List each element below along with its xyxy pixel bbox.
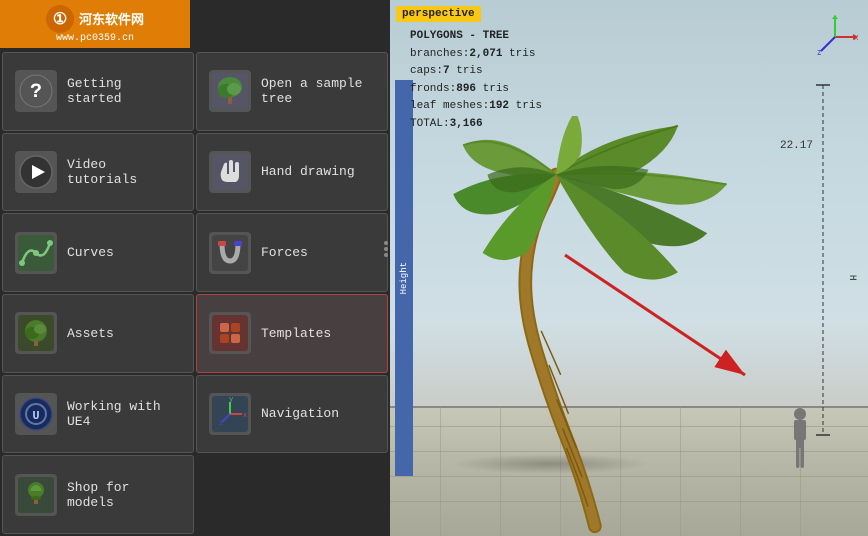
menu-item-templates[interactable]: Templates [196,294,388,373]
hand-drawing-icon [209,151,251,193]
human-silhouette [792,406,808,476]
poly-title: POLYGONS - TREE [410,28,542,46]
getting-started-label: Getting started [67,76,181,106]
watermark-title: 河东软件网 [79,9,144,28]
svg-text:Y: Y [833,15,838,20]
assets-icon [15,312,57,354]
shop-for-models-label: Shop for models [67,480,181,510]
svg-text:?: ? [30,81,42,104]
watermark-logo: ① [46,5,74,33]
svg-text:x: x [243,412,247,420]
assets-label: Assets [67,326,114,341]
working-with-ue4-label: Working with UE4 [67,399,181,429]
empty-grid-cell [196,455,388,534]
video-tutorials-label: Video tutorials [67,157,181,187]
scroll-dot [384,247,388,251]
axis-indicator: X Y Z [813,15,853,55]
blue-bar-label: Height [399,262,409,294]
forces-label: Forces [261,245,308,260]
menu-item-curves[interactable]: Curves [2,213,194,292]
menu-item-open-sample-tree[interactable]: Open a sample tree [196,52,388,131]
working-with-ue4-icon: U [15,393,57,435]
left-panel: ① 河东软件网 www.pc0359.cn ? Getting started [0,0,390,536]
menu-item-navigation[interactable]: x y z Navigation [196,375,388,454]
watermark-url: www.pc0359.cn [56,33,134,44]
menu-item-assets[interactable]: Assets [2,294,194,373]
menu-item-working-with-ue4[interactable]: U Working with UE4 [2,375,194,454]
poly-info: POLYGONS - TREE branches:2,071 tris caps… [410,28,542,134]
scroll-hint [382,241,390,257]
curves-icon [15,232,57,274]
height-text-vertical: Height [846,200,858,280]
video-tutorials-icon [15,151,57,193]
shop-for-models-icon [15,474,57,516]
curves-label: Curves [67,245,114,260]
menu-item-forces[interactable]: Forces [196,213,388,292]
navigation-label: Navigation [261,406,339,421]
caps-info: caps:7 tris [410,63,542,81]
templates-icon [209,312,251,354]
menu-item-getting-started[interactable]: ? Getting started [2,52,194,131]
grid-line [740,406,741,536]
svg-text:y: y [229,396,233,404]
navigation-icon: x y z [209,393,251,435]
open-sample-tree-label: Open a sample tree [261,76,375,106]
total-info: TOTAL:3,166 [410,116,542,134]
svg-text:U: U [32,409,39,423]
scroll-dot [384,253,388,257]
blue-vertical-bar: Height [395,80,413,476]
branches-info: branches:2,071 tris [410,46,542,64]
svg-text:Height: Height [847,275,857,280]
svg-text:Z: Z [817,49,821,57]
open-sample-tree-icon [209,70,251,112]
perspective-label: perspective [396,6,481,22]
leaf-info: leaf meshes:192 tris [410,98,542,116]
hand-drawing-label: Hand drawing [261,164,355,179]
scroll-dot [384,241,388,245]
menu-item-video-tutorials[interactable]: Video tutorials [2,133,194,212]
menu-item-hand-drawing[interactable]: Hand drawing [196,133,388,212]
getting-started-icon: ? [15,70,57,112]
red-arrow [560,250,760,390]
viewport[interactable]: perspective POLYGONS - TREE branches:2,0… [390,0,868,536]
svg-text:z: z [219,420,223,428]
menu-grid: ? Getting started Open a sample tree [0,50,390,536]
height-measurement [808,80,838,440]
svg-text:X: X [854,34,858,42]
menu-item-shop-for-models[interactable]: Shop for models [2,455,194,534]
fronds-info: fronds:896 tris [410,81,542,99]
forces-icon [209,232,251,274]
watermark: ① 河东软件网 www.pc0359.cn [0,0,190,48]
templates-label: Templates [261,326,331,341]
